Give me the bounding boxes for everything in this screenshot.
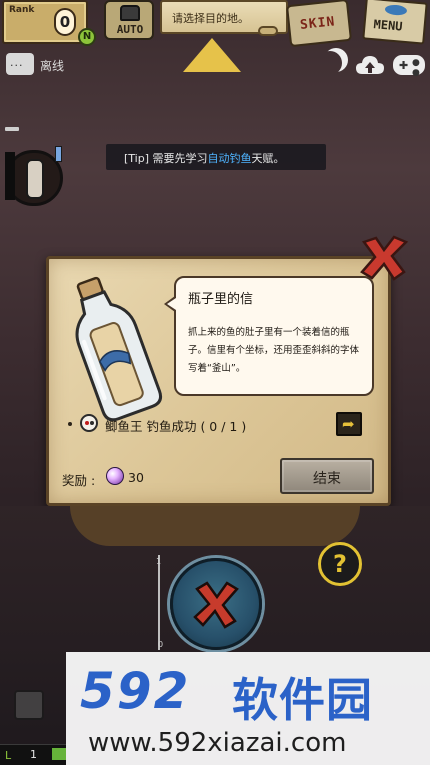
rank-panel[interactable]: Rank 0 xyxy=(2,0,88,44)
close-icon[interactable] xyxy=(358,234,410,282)
auto-label: AUTO xyxy=(116,23,144,36)
rank-value: 0 xyxy=(54,8,76,36)
level-value: 1 xyxy=(30,748,37,761)
chat-icon[interactable]: ··· xyxy=(6,53,34,75)
depth-scale xyxy=(158,555,166,650)
task-bullet xyxy=(68,422,72,426)
goto-location-button[interactable]: ➦ xyxy=(336,412,362,436)
depth-scale-bottom: 0 xyxy=(158,640,164,649)
gamepad-icon[interactable]: ✚ ● ● xyxy=(393,55,425,78)
watermark-url: www.592xiazai.com xyxy=(88,728,347,758)
auto-fishing-button[interactable]: AUTO xyxy=(104,0,154,40)
help-button[interactable]: ? xyxy=(318,542,362,586)
night-mode-icon[interactable] xyxy=(318,51,342,75)
boat-hull xyxy=(70,506,360,546)
tip-text: [Tip] 需要先学习自动钓鱼天赋。 xyxy=(124,150,285,166)
skull-eye xyxy=(85,421,89,425)
reward-value: 30 xyxy=(128,470,144,485)
locked-slot-icon xyxy=(14,690,44,720)
end-button[interactable]: 结束 xyxy=(280,458,374,494)
tip-suffix: 天赋。 xyxy=(251,152,285,165)
collapse-handle-icon[interactable] xyxy=(5,127,19,131)
quest-description: 抓上来的鱼的肚子里有一个装着信的瓶子。信里有个坐标，还用歪歪斜斜的字体写着“釜山… xyxy=(188,327,360,374)
avatar-edge xyxy=(5,152,15,200)
skull-icon xyxy=(80,414,98,432)
dpad-glyph: ✚ xyxy=(399,59,409,72)
menu-label: MENU xyxy=(373,17,404,34)
cancel-cast-icon xyxy=(193,581,239,629)
skull-eye xyxy=(90,421,94,425)
chat-dots: ··· xyxy=(10,59,24,72)
scroll-roll-icon xyxy=(258,26,278,36)
end-label: 结束 xyxy=(313,471,341,487)
quest-speech-bubble: 瓶子里的信 抓上来的鱼的肚子里有一个装着信的瓶子。信里有个坐标，还用歪歪斜斜的字… xyxy=(174,276,374,396)
reward-label: 奖励 : xyxy=(62,473,96,488)
new-badge: N xyxy=(78,28,96,46)
fish-icon xyxy=(384,4,408,16)
quest-task: 鲫鱼王 钓鱼成功 ( 0 / 1 ) xyxy=(105,419,247,434)
rank-label: Rank xyxy=(9,5,35,15)
destination-prompt: 请选择目的地。 xyxy=(172,12,249,25)
skin-button[interactable]: SKIN xyxy=(285,0,353,48)
bottle-icon xyxy=(26,159,44,199)
lock-icon xyxy=(120,5,140,21)
pearl-icon xyxy=(106,467,124,485)
message-bottle-icon xyxy=(75,276,163,422)
destination-arrow-icon[interactable] xyxy=(183,38,241,72)
level-icon: L xyxy=(5,749,12,762)
speech-tail-fill xyxy=(167,298,176,310)
cloud-save-icon[interactable] xyxy=(355,54,385,76)
offline-status: 离线 xyxy=(40,59,65,73)
pad-buttons-glyph: ● ● xyxy=(412,58,420,78)
exp-bar-fill xyxy=(52,748,66,760)
watermark-logo-text: 软件园 xyxy=(232,673,373,727)
tip-highlight: 自动钓鱼 xyxy=(207,152,252,165)
cast-button[interactable] xyxy=(170,558,262,650)
depth-scale-top: 1 xyxy=(156,557,162,566)
tip-banner: [Tip] 需要先学习自动钓鱼天赋。 xyxy=(106,144,326,170)
quest-title: 瓶子里的信 xyxy=(188,292,254,307)
tip-prefix: [Tip] 需要先学习 xyxy=(124,152,208,165)
goto-arrow-icon: ➦ xyxy=(342,415,355,433)
skin-label: SKIN xyxy=(299,14,337,33)
help-icon: ? xyxy=(333,550,347,578)
watermark-banner: 592 软件园 www.592xiazai.com xyxy=(66,652,430,765)
watermark-logo-number: 592 xyxy=(80,662,191,720)
menu-button[interactable]: MENU xyxy=(362,0,428,45)
alert-icon xyxy=(55,146,62,162)
